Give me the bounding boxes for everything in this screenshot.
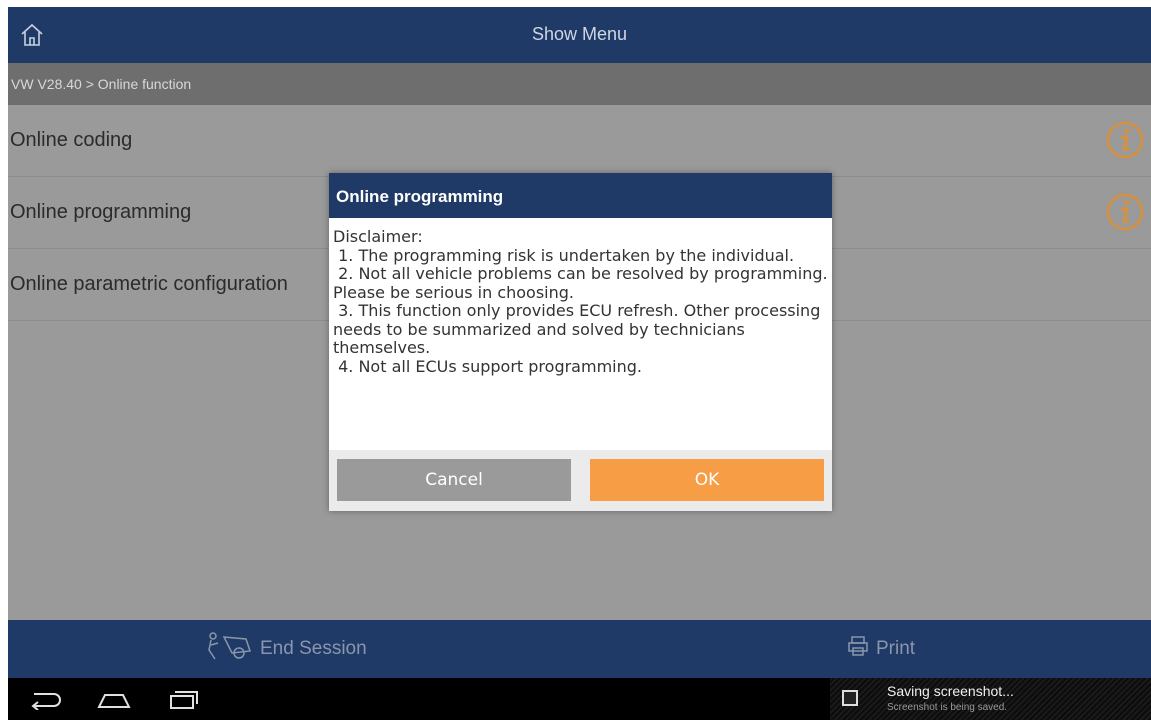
info-icon[interactable] — [1105, 120, 1145, 160]
info-icon[interactable] — [1105, 192, 1145, 232]
online-programming-dialog: Online programming Disclaimer: 1. The pr… — [329, 173, 832, 511]
page-title: Show Menu — [531, 24, 628, 44]
end-session-button[interactable]: End Session — [206, 620, 367, 678]
bottom-toolbar: End Session Print — [8, 620, 1151, 678]
recent-apps-icon[interactable] — [168, 690, 198, 715]
list-item-online-coding[interactable]: Online coding — [8, 105, 1151, 177]
back-icon[interactable] — [28, 690, 62, 715]
breadcrumb: VW V28.40 > Online function — [8, 63, 1151, 105]
image-icon — [842, 690, 858, 706]
app-frame: Show Menu VW V28.40 > Online function On… — [8, 7, 1151, 720]
header-bar: Show Menu — [8, 7, 1151, 63]
dialog-body: Disclaimer: 1. The programming risk is u… — [333, 227, 828, 376]
notification-title: Saving screenshot... — [887, 683, 1014, 699]
ok-button[interactable]: OK — [590, 459, 824, 501]
end-session-icon — [206, 631, 254, 667]
list-item-label: Online coding — [10, 129, 133, 151]
print-label: Print — [876, 638, 916, 659]
dialog-footer: Cancel OK — [329, 450, 832, 511]
notification-subtitle: Screenshot is being saved. — [887, 702, 1008, 713]
screenshot-notification[interactable]: Saving screenshot... Screenshot is being… — [830, 678, 1151, 720]
list-item-label: Online parametric configuration — [10, 273, 288, 295]
home-nav-icon[interactable] — [96, 690, 132, 715]
end-session-label: End Session — [260, 638, 367, 659]
cancel-button[interactable]: Cancel — [337, 459, 571, 501]
printer-icon — [846, 634, 870, 664]
list-item-label: Online programming — [10, 201, 192, 223]
dialog-title: Online programming — [329, 173, 832, 218]
print-button[interactable]: Print — [846, 620, 915, 678]
